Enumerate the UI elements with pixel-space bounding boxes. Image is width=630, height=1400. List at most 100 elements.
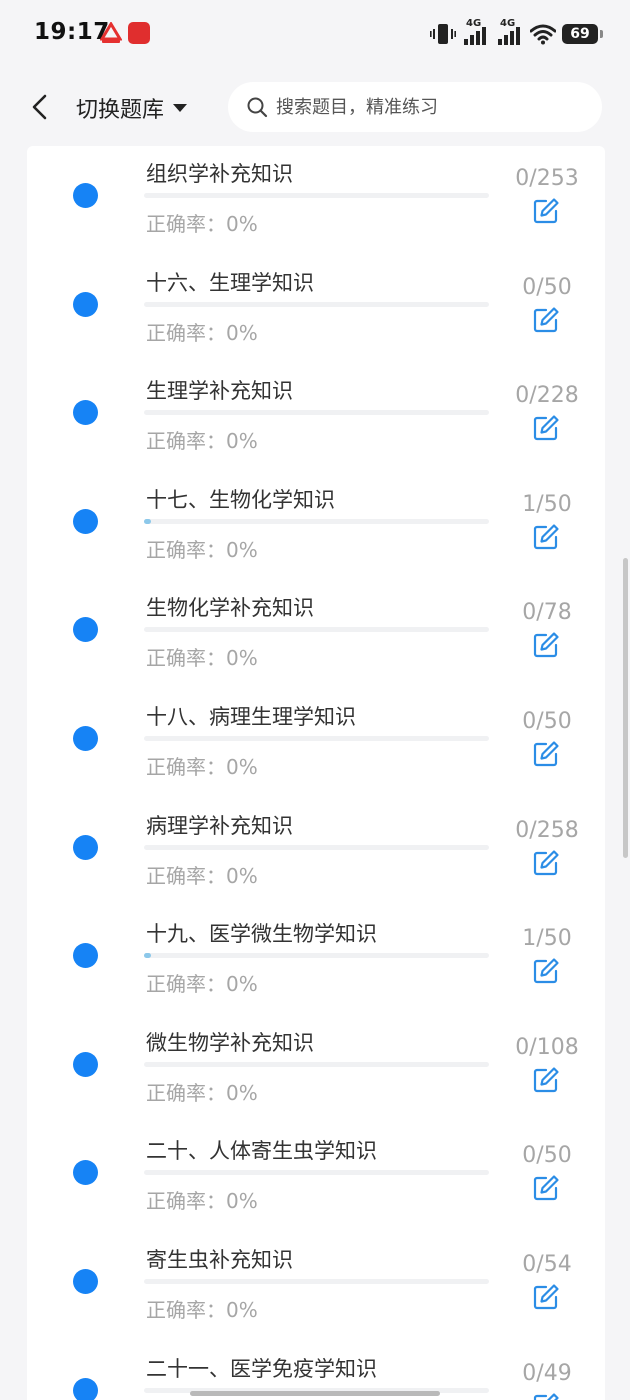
accuracy-text: 正确率：0% [146, 429, 258, 454]
edit-icon[interactable] [532, 1066, 560, 1094]
list-item[interactable]: 病理学补充知识 正确率：0% 0/258 [27, 798, 605, 907]
question-count: 1/50 [522, 491, 572, 517]
back-icon[interactable] [26, 90, 56, 124]
screen: 19:17 4G 4G 69 切换题库 搜索题目，精准练习 组织学补充知识 正确… [0, 0, 630, 1400]
question-count: 0/49 [522, 1360, 572, 1386]
edit-icon[interactable] [532, 523, 560, 551]
item-title: 生理学补充知识 [146, 379, 293, 404]
list-item[interactable]: 十六、生理学知识 正确率：0% 0/50 [27, 255, 605, 364]
question-count: 0/253 [515, 166, 579, 191]
list-item[interactable]: 组织学补充知识 正确率：0% 0/253 [27, 146, 605, 255]
progress-bar-fill [144, 518, 151, 524]
question-count: 1/50 [522, 926, 572, 952]
progress-bar [144, 518, 489, 524]
switch-question-bank-label: 切换题库 [76, 98, 165, 123]
status-dot [73, 183, 98, 208]
edit-icon[interactable] [532, 1174, 560, 1202]
vibrate-icon [430, 24, 456, 44]
status-dot [73, 834, 98, 860]
status-dot [73, 1051, 98, 1077]
item-title: 微生物学补充知识 [146, 1030, 314, 1055]
accuracy-text: 正确率：0% [146, 320, 258, 345]
item-title: 组织学补充知识 [146, 162, 293, 186]
knowledge-list: 组织学补充知识 正确率：0% 0/253 十六、生理学知识 正确率：0% 0/5… [27, 146, 605, 1400]
status-dot [73, 943, 98, 969]
question-count: 0/78 [522, 600, 572, 626]
progress-bar [144, 627, 489, 633]
item-title: 寄生虫补充知识 [146, 1247, 293, 1272]
accuracy-text: 正确率：0% [146, 1297, 258, 1322]
edit-icon[interactable] [532, 306, 560, 334]
list-item[interactable]: 寄生虫补充知识 正确率：0% 0/54 [27, 1232, 605, 1341]
app-notification-icon [128, 22, 150, 44]
question-count: 0/54 [522, 1251, 572, 1277]
search-box[interactable] [228, 82, 602, 132]
status-dot [73, 725, 98, 751]
scrollbar[interactable] [623, 558, 628, 858]
status-dot [73, 508, 98, 534]
progress-bar [144, 1278, 489, 1284]
status-dot [73, 1160, 98, 1186]
list-item[interactable]: 十九、医学微生物学知识 正确率：0% 1/50 [27, 906, 605, 1015]
search-icon [247, 97, 268, 118]
item-title: 十七、生物化学知识 [146, 487, 335, 512]
accuracy-text: 正确率：0% [146, 537, 258, 562]
accuracy-text: 正确率：0% [146, 754, 258, 779]
edit-icon[interactable] [532, 631, 560, 659]
status-dot [73, 400, 98, 426]
accuracy-text: 正确率：0% [146, 212, 258, 236]
battery-icon: 69 [562, 24, 603, 44]
list-item[interactable]: 生理学补充知识 正确率：0% 0/228 [27, 363, 605, 472]
question-count: 0/258 [515, 817, 579, 843]
status-dot [73, 617, 98, 643]
question-count: 0/50 [522, 1143, 572, 1169]
item-title: 生物化学补充知识 [146, 596, 314, 621]
app-notification-icon [100, 22, 122, 43]
progress-bar [144, 410, 489, 416]
progress-bar-fill [144, 953, 151, 959]
list-item[interactable]: 十八、病理生理学知识 正确率：0% 0/50 [27, 689, 605, 798]
item-title: 二十一、医学免疫学知识 [146, 1356, 377, 1381]
header: 切换题库 [0, 70, 630, 146]
switch-question-bank-button[interactable]: 切换题库 [76, 92, 188, 124]
question-count: 0/228 [515, 383, 579, 409]
accuracy-text: 正确率：0% [146, 1189, 258, 1214]
battery-level: 69 [570, 26, 590, 42]
edit-icon[interactable] [532, 849, 560, 877]
item-title: 病理学补充知识 [146, 813, 293, 838]
edit-icon[interactable] [532, 414, 560, 442]
list-item[interactable]: 二十、人体寄生虫学知识 正确率：0% 0/50 [27, 1123, 605, 1232]
status-dot [73, 291, 98, 317]
list-item[interactable]: 十七、生物化学知识 正确率：0% 1/50 [27, 472, 605, 581]
item-title: 十六、生理学知识 [146, 270, 314, 295]
progress-bar [144, 193, 489, 198]
question-count: 0/50 [522, 274, 572, 300]
status-time: 19:17 [34, 19, 110, 45]
edit-icon[interactable] [532, 1392, 560, 1400]
list-item[interactable]: 微生物学补充知识 正确率：0% 0/108 [27, 1015, 605, 1124]
accuracy-text: 正确率：0% [146, 972, 258, 997]
item-title: 二十、人体寄生虫学知识 [146, 1139, 377, 1164]
edit-icon[interactable] [532, 957, 560, 985]
list-item[interactable]: 生物化学补充知识 正确率：0% 0/78 [27, 580, 605, 689]
status-icons: 4G 4G 69 [430, 18, 603, 48]
progress-bar [144, 301, 489, 307]
search-input[interactable] [274, 95, 578, 119]
signal-icon: 4G [496, 18, 524, 46]
edit-icon[interactable] [532, 1283, 560, 1311]
status-dot [73, 1268, 98, 1294]
progress-bar [144, 735, 489, 741]
item-title: 十九、医学微生物学知识 [146, 922, 377, 947]
question-count: 0/50 [522, 708, 572, 734]
status-dot [73, 1377, 98, 1400]
progress-bar [144, 844, 489, 850]
home-indicator[interactable] [190, 1391, 440, 1396]
wifi-icon [530, 24, 556, 45]
accuracy-text: 正确率：0% [146, 646, 258, 671]
accuracy-text: 正确率：0% [146, 863, 258, 888]
question-count: 0/108 [515, 1034, 579, 1060]
edit-icon[interactable] [532, 197, 560, 225]
progress-bar [144, 1061, 489, 1067]
caret-down-icon [173, 104, 188, 112]
edit-icon[interactable] [532, 740, 560, 768]
